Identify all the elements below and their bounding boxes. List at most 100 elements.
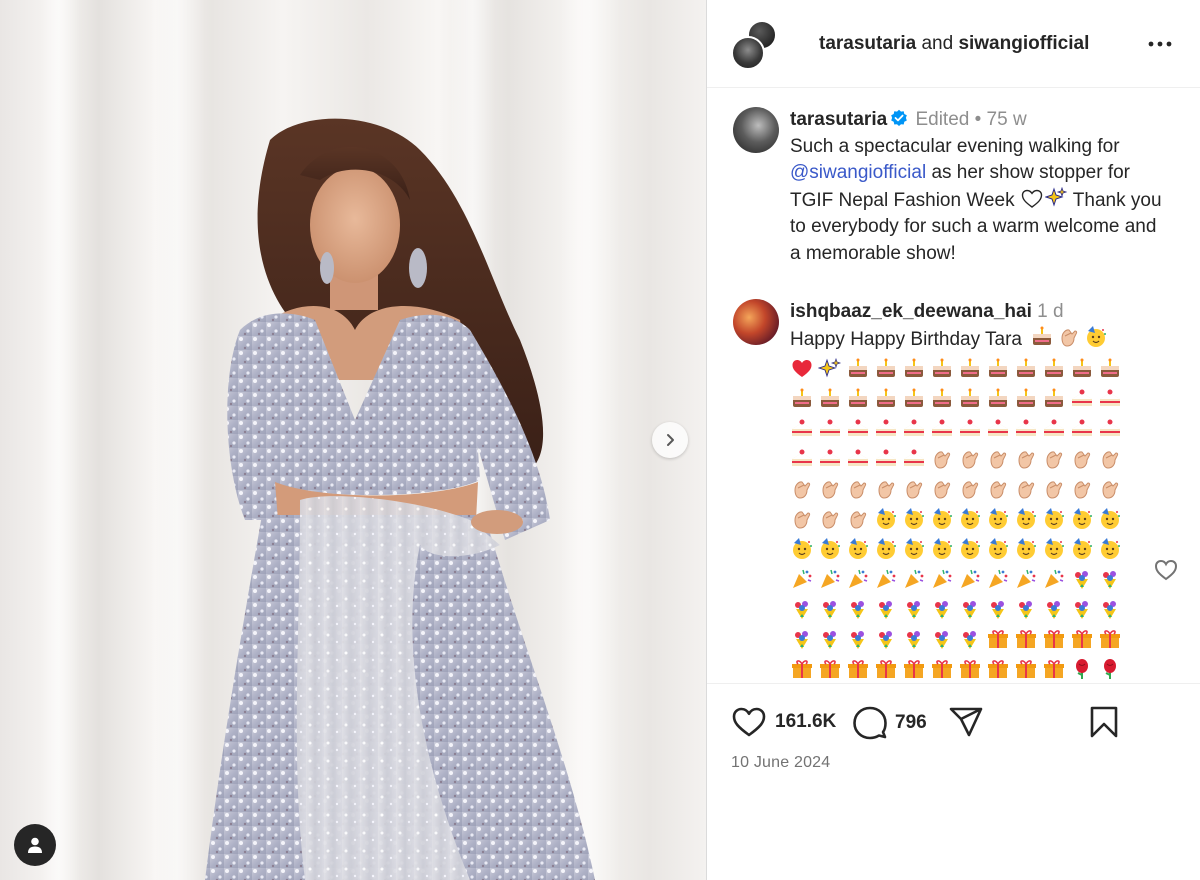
party-face-icon [905,508,924,529]
verified-badge-icon [891,109,907,126]
cake-icon [877,358,895,377]
shortcake-icon [988,419,1008,436]
comment-bubble-icon [853,706,887,740]
bouquet-icon [795,601,808,619]
clap-icon [794,511,811,529]
more-horizontal-icon [1148,41,1172,47]
bouquet-icon [1103,601,1116,619]
bouquet-icon [963,601,976,619]
next-media-button[interactable] [652,422,688,458]
clap-icon [794,481,811,499]
party-popper-icon [877,569,896,588]
party-face-icon [1017,508,1036,529]
party-face-icon [905,538,924,559]
party-popper-icon [961,569,980,588]
caption-username[interactable]: tarasutaria [790,109,887,130]
party-face-icon [1101,538,1120,559]
bouquet-icon [823,631,836,649]
comment-username[interactable]: ishqbaaz_ek_deewana_hai [790,301,1032,322]
cake-icon [1017,388,1035,407]
party-popper-icon [793,569,812,588]
gift-icon [1044,660,1064,678]
comment-text: Happy Happy Birthday Tara [790,329,1022,350]
meta-separator: • [974,109,982,130]
party-face-icon [1101,508,1120,529]
gift-icon [1044,630,1064,648]
comment-avatar[interactable] [733,299,779,345]
action-bar: 161.6K 796 [731,706,1177,740]
post-media[interactable] [0,0,706,880]
party-face-icon [989,538,1008,559]
gift-icon [1072,630,1092,648]
clap-icon [850,481,867,499]
post-date[interactable]: 10 June 2024 [731,754,830,772]
bouquet-icon [907,631,920,649]
shortcake-icon [1044,419,1064,436]
caption-avatar[interactable] [733,107,779,153]
clap-icon [962,481,979,499]
shortcake-icon [876,449,896,466]
bouquet-icon [879,601,892,619]
more-options-button[interactable] [1146,30,1174,58]
tagged-users-button[interactable] [14,824,56,866]
clap-icon [822,511,839,529]
like-button[interactable]: 161.6K [731,706,836,738]
cake-icon [1045,358,1063,377]
gift-icon [1100,630,1120,648]
cake-icon [933,388,951,407]
cake-icon [961,358,979,377]
share-button[interactable] [949,706,983,738]
bouquet-icon [1103,571,1116,589]
bouquet-icon [823,601,836,619]
cake-icon [933,358,951,377]
comment-emoji-grid [790,357,1140,683]
author-avatar[interactable] [731,35,765,70]
collab-names: tarasutaria and siwangiofficial [819,33,1089,55]
shortcake-icon [820,419,840,436]
cake-icon [877,388,895,407]
shortcake-icon [1072,419,1092,436]
comment-age: 1 d [1037,301,1064,322]
party-face-icon [849,538,868,559]
likes-count[interactable]: 161.6K [775,711,836,733]
gift-icon [960,660,980,678]
coauthor-link[interactable]: siwangiofficial [958,33,1089,54]
caption-mention-link[interactable]: @siwangiofficial [790,162,926,183]
shortcake-icon [1016,419,1036,436]
bouquet-icon [991,601,1004,619]
edited-label: Edited [915,109,970,130]
party-popper-icon [821,569,840,588]
author-link[interactable]: tarasutaria [819,33,916,54]
party-popper-icon [905,569,924,588]
party-face-icon [961,538,980,559]
bouquet-icon [963,631,976,649]
comments-section[interactable]: tarasutaria Edited • 75 w Such a spectac… [707,89,1200,683]
sparkles-icon [818,357,842,378]
comment-item: ishqbaaz_ek_deewana_hai 1 d Happy Happy … [733,299,1171,683]
shortcake-icon [876,419,896,436]
rose-icon [1076,659,1088,679]
comment-button[interactable]: 796 [853,706,927,740]
comment-like-button[interactable] [1152,556,1180,584]
clap-icon [1046,481,1063,499]
save-button[interactable] [1089,706,1119,738]
party-face-icon [1087,326,1107,347]
shortcake-icon [792,449,812,466]
cake-icon [849,358,867,377]
party-face-icon [989,508,1008,529]
party-face-icon [933,508,952,529]
cake-icon [1033,326,1052,345]
party-face-icon [793,538,812,559]
gift-icon [904,660,924,678]
cake-icon [1045,388,1063,407]
post-details-panel: tarasutaria and siwangiofficial tarasuta… [706,0,1200,880]
cake-icon [793,388,811,407]
collab-avatars[interactable] [731,19,779,70]
cake-icon [849,388,867,407]
gift-icon [988,630,1008,648]
shortcake-icon [848,449,868,466]
clap-icon [878,481,895,499]
paper-plane-icon [949,707,983,737]
shortcake-icon [1072,389,1092,406]
party-face-icon [961,508,980,529]
